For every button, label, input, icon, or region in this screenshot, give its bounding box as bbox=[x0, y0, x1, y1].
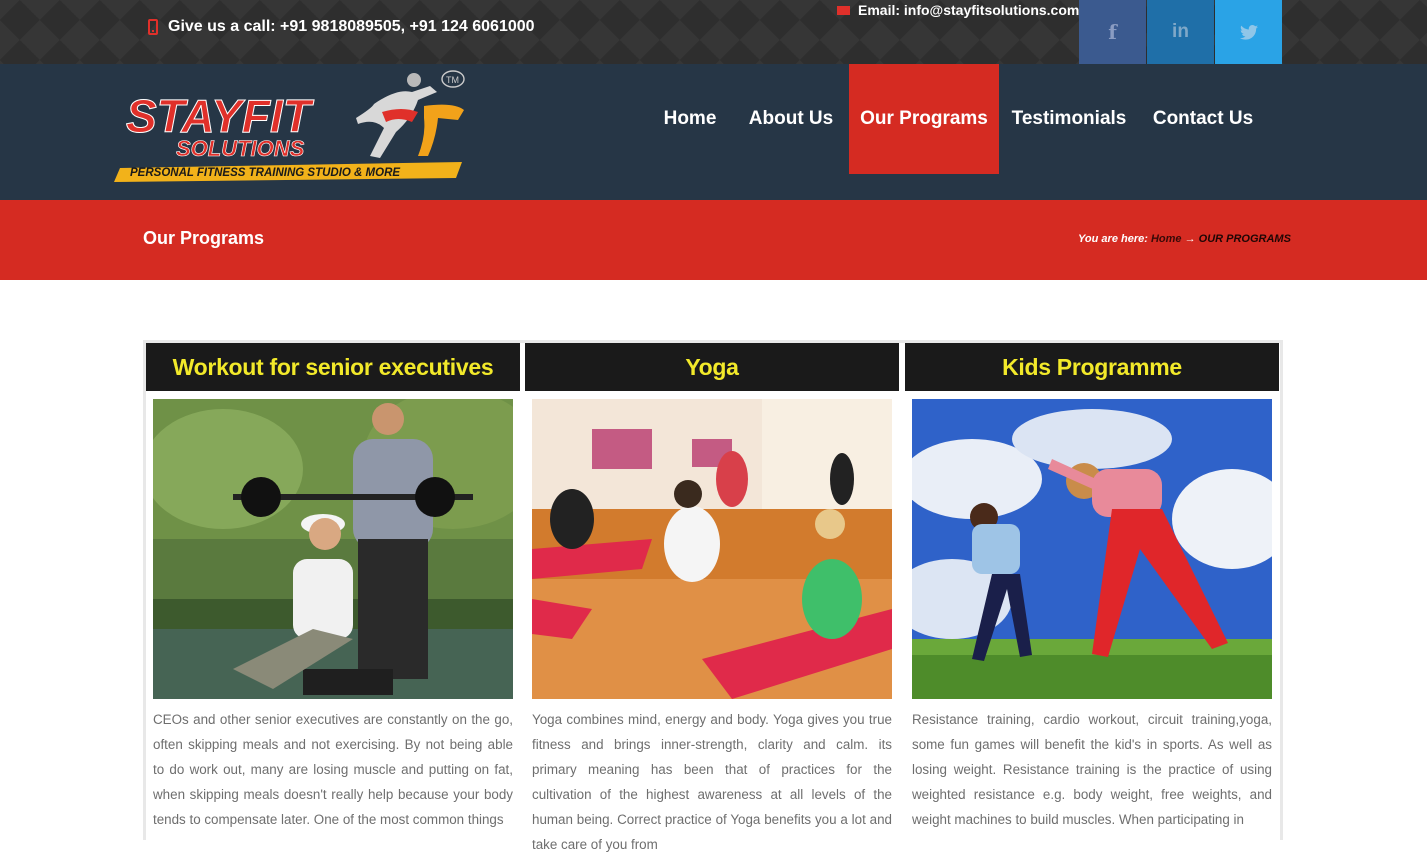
twitter-button[interactable] bbox=[1215, 0, 1282, 64]
kids-programme-photo[interactable] bbox=[912, 399, 1272, 699]
phone-icon bbox=[148, 19, 158, 35]
breadcrumb-home-link[interactable]: Home bbox=[1151, 233, 1182, 245]
page-title: Our Programs bbox=[143, 228, 265, 248]
nav-testimonials[interactable]: Testimonials bbox=[1008, 64, 1130, 174]
program-card-executives: Workout for senior executives CEOs and o… bbox=[146, 343, 520, 843]
executives-workout-photo[interactable] bbox=[153, 399, 513, 699]
nav-home[interactable]: Home bbox=[656, 64, 724, 174]
logo-tm: TM bbox=[446, 75, 459, 85]
breadcrumb: You are here: Home → OUR PROGRAMS bbox=[1078, 233, 1291, 245]
facebook-button[interactable]: f bbox=[1079, 0, 1146, 64]
breadcrumb-arrow-icon: → bbox=[1184, 233, 1196, 245]
yoga-class-photo[interactable] bbox=[532, 399, 892, 699]
phone-text: Give us a call: +91 9818089505, +91 124 … bbox=[168, 18, 535, 35]
linkedin-icon: in bbox=[1172, 21, 1189, 42]
twitter-icon bbox=[1239, 24, 1258, 40]
phone-contact: Give us a call: +91 9818089505, +91 124 … bbox=[148, 18, 535, 36]
program-description: Yoga combines mind, energy and body. Yog… bbox=[532, 712, 892, 852]
breadcrumb-prefix: You are here: bbox=[1078, 233, 1148, 245]
logo-word-stayfit: STAYFIT bbox=[126, 90, 315, 142]
nav-about-us[interactable]: About Us bbox=[744, 64, 838, 174]
nav-contact-us[interactable]: Contact Us bbox=[1150, 64, 1256, 174]
program-description: Resistance training, cardio workout, cir… bbox=[912, 712, 1272, 827]
email-text[interactable]: Email: info@stayfitsolutions.com bbox=[858, 2, 1079, 18]
nav-our-programs[interactable]: Our Programs bbox=[849, 64, 999, 174]
mail-icon bbox=[837, 5, 850, 15]
logo-tagline: PERSONAL FITNESS TRAINING STUDIO & MORE bbox=[130, 167, 400, 179]
logo-word-solutions: SOLUTIONS bbox=[176, 136, 305, 161]
facebook-icon: f bbox=[1108, 20, 1117, 44]
email-contact[interactable]: Email: info@stayfitsolutions.com bbox=[837, 2, 1079, 18]
program-card-kids: Kids Programme Resistance training, card… bbox=[905, 343, 1279, 843]
linkedin-button[interactable]: in bbox=[1147, 0, 1214, 64]
program-title[interactable]: Kids Programme bbox=[905, 343, 1279, 391]
program-title[interactable]: Yoga bbox=[525, 343, 899, 391]
breadcrumb-current: OUR PROGRAMS bbox=[1198, 233, 1291, 245]
site-logo[interactable]: PERSONAL FITNESS TRAINING STUDIO & MORE … bbox=[112, 66, 472, 184]
program-title[interactable]: Workout for senior executives bbox=[146, 343, 520, 391]
program-card-yoga: Yoga Yoga combines mind, energy and body… bbox=[525, 343, 899, 852]
program-description: CEOs and other senior executives are con… bbox=[153, 712, 513, 827]
stayfit-logo-image: PERSONAL FITNESS TRAINING STUDIO & MORE … bbox=[114, 70, 465, 182]
